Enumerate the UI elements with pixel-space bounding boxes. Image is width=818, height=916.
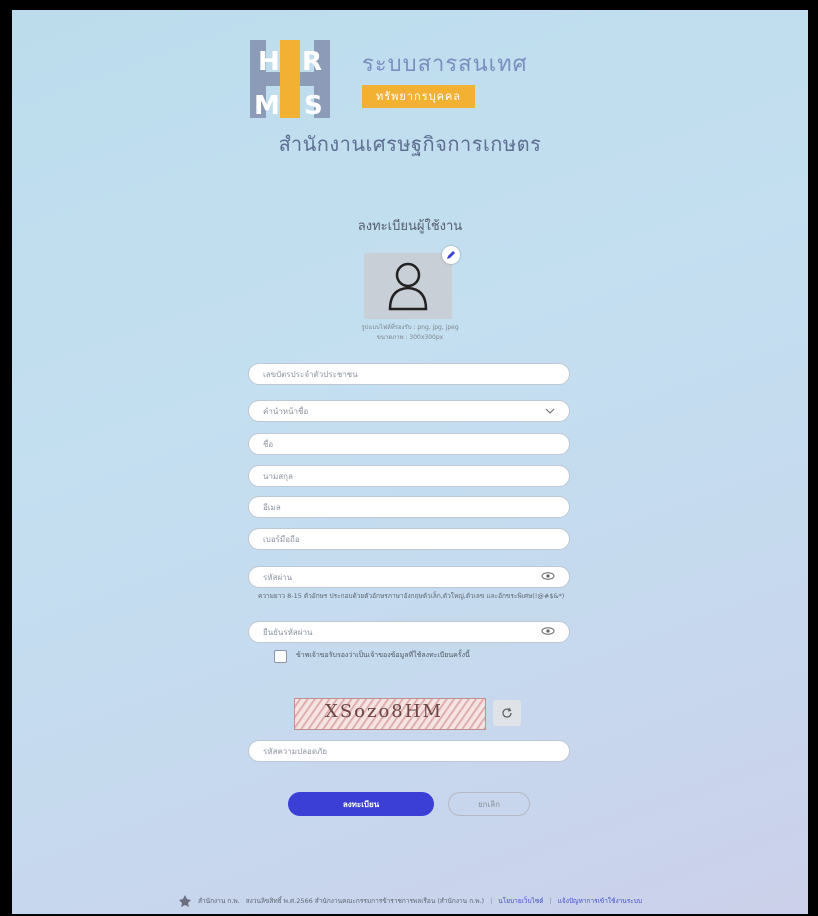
footer-separator: | (490, 897, 493, 905)
last-name-placeholder: นามสกุล (263, 471, 293, 481)
email-input[interactable]: อีเมล (248, 496, 570, 518)
svg-text:S: S (304, 91, 323, 121)
help-link[interactable]: แจ้งปัญหาการเข้าใช้งานระบบ (558, 896, 642, 906)
captcha-text: XSozo8HM (325, 701, 443, 722)
chevron-down-icon (545, 406, 555, 417)
email-placeholder: อีเมล (263, 502, 281, 512)
svg-text:M: M (254, 91, 280, 121)
footer-brand: สำนักงาน ก.พ. (198, 897, 240, 905)
logo-text: ระบบสารสนเทศ ทรัพยากรบุคคล (362, 46, 528, 108)
organization-title: สำนักงานเศรษฐกิจการเกษตร (278, 132, 542, 156)
footer: สำนักงาน ก.พ. สงวนลิขสิทธิ์ พ.ศ.2566 สำน… (12, 888, 808, 914)
captcha-image: XSozo8HM (294, 698, 486, 730)
captcha-input[interactable]: รหัสความปลอดภัย (248, 740, 570, 762)
hrms-logo: H R M S (244, 36, 340, 122)
password-hint: ความยาว 8-15 ตัวอักษร ประกอบด้วยตัวอักษร… (258, 592, 565, 600)
prefix-select[interactable]: คำนำหน้าชื่อ (248, 400, 570, 422)
avatar-edit-button[interactable] (442, 246, 460, 264)
user-avatar-icon (388, 262, 428, 311)
first-name-placeholder: ชื่อ (263, 439, 274, 449)
first-name-input[interactable]: ชื่อ (248, 433, 570, 455)
registration-page: H R M S ระบบสารสนเทศ ทรัพยากรบุคคล สำนัก… (12, 10, 808, 914)
avatar-hint-size: ขนาดภาพ : 300x300px (376, 334, 444, 341)
avatar-hint-formats: รูปแบบไฟล์ที่รองรับ : png, jpg, jpeg (361, 324, 459, 331)
refresh-icon (502, 707, 512, 718)
cancel-button[interactable]: ยกเลิก (448, 792, 530, 816)
confirm-password-input[interactable]: ยืนยันรหัสผ่าน (248, 621, 570, 643)
consent-label: ข้าพเจ้าขอรับรองว่าเป็นเจ้าของข้อมูลที่ใ… (296, 651, 470, 659)
ocsc-logo-icon (179, 895, 192, 907)
footer-copyright: สงวนลิขสิทธิ์ พ.ศ.2566 สำนักงานคณะกรรมกา… (245, 897, 485, 905)
id-card-placeholder: เลขบัตรประจำตัวประชาชน (263, 369, 358, 379)
confirm-password-placeholder: ยืนยันรหัสผ่าน (263, 627, 313, 637)
footer-separator: | (549, 897, 552, 905)
consent-checkbox[interactable] (274, 650, 287, 663)
id-card-input[interactable]: เลขบัตรประจำตัวประชาชน (248, 363, 570, 385)
captcha-refresh-button[interactable] (493, 700, 521, 726)
avatar-upload[interactable] (364, 253, 452, 319)
avatar-hint: รูปแบบไฟล์ที่รองรับ : png, jpg, jpeg ขนา… (312, 323, 508, 343)
password-input[interactable]: รหัสผ่าน (248, 566, 570, 588)
edit-pencil-icon (447, 251, 455, 259)
eye-icon[interactable] (541, 626, 555, 638)
logo-subtitle: ทรัพยากรบุคคล (362, 85, 476, 108)
logo-title: ระบบสารสนเทศ (362, 52, 528, 77)
prefix-placeholder: คำนำหน้าชื่อ (263, 406, 309, 416)
captcha-placeholder: รหัสความปลอดภัย (263, 746, 328, 756)
register-button[interactable]: ลงทะเบียน (288, 792, 434, 816)
svg-text:R: R (302, 47, 322, 77)
phone-input[interactable]: เบอร์มือถือ (248, 528, 570, 550)
phone-placeholder: เบอร์มือถือ (263, 534, 300, 544)
form-title: ลงทะเบียนผู้ใช้งาน (357, 219, 463, 234)
password-placeholder: รหัสผ่าน (263, 572, 293, 582)
last-name-input[interactable]: นามสกุล (248, 465, 570, 487)
svg-text:H: H (258, 47, 280, 77)
policy-link[interactable]: นโยบายเว็บไซต์ (498, 896, 543, 906)
eye-icon[interactable] (541, 571, 555, 583)
